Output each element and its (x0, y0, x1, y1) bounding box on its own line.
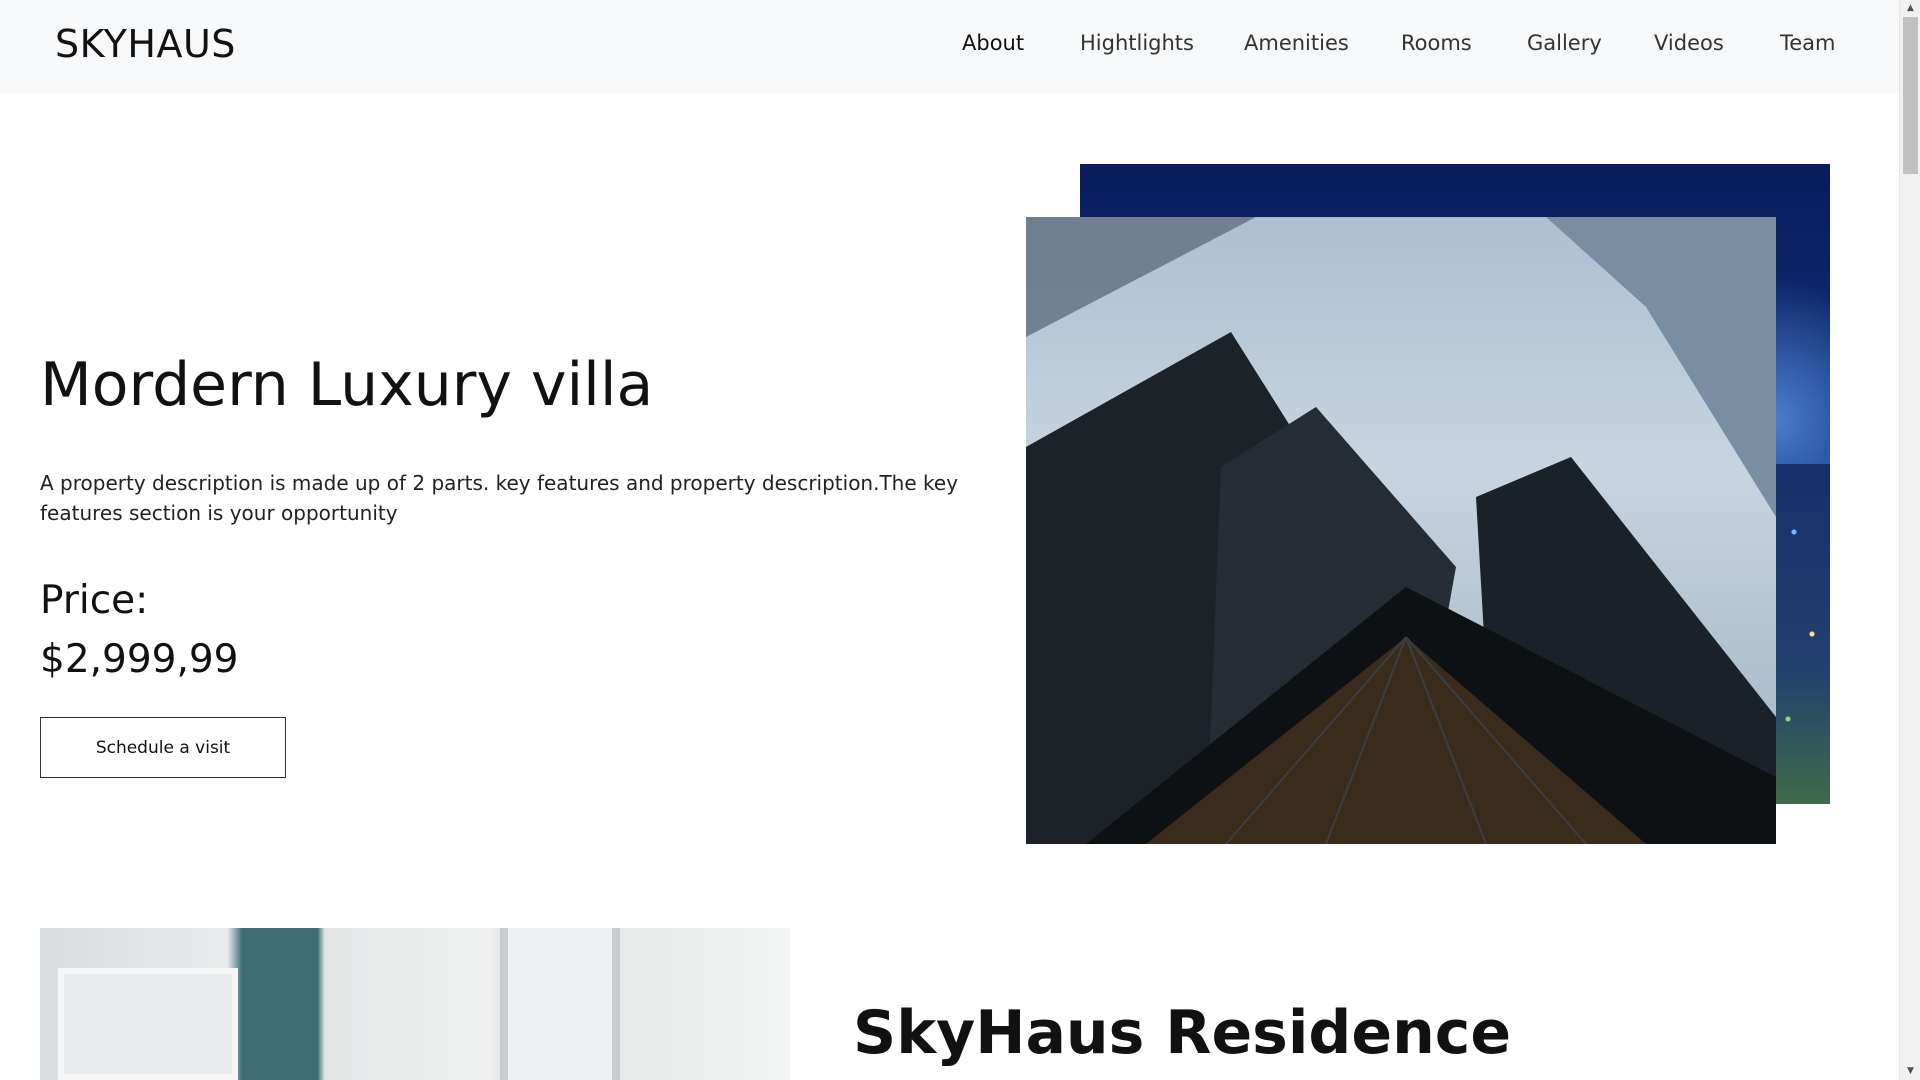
nav-rooms[interactable]: Rooms (1401, 31, 1472, 55)
scroll-thumb[interactable] (1903, 17, 1918, 174)
site-header: SKYHAUS About Hightlights Amenities Room… (0, 0, 1899, 93)
main-nav: About Hightlights Amenities Rooms Galler… (0, 31, 1899, 61)
nav-team[interactable]: Team (1780, 31, 1836, 55)
skyscrapers-image (1026, 217, 1776, 844)
city-lights-detail (1770, 464, 1830, 804)
nav-gallery[interactable]: Gallery (1527, 31, 1602, 55)
scroll-up-arrow-icon[interactable]: ▲ (1900, 0, 1920, 17)
hero-title: Mordern Luxury villa (40, 350, 654, 420)
price-value: $2,999,99 (40, 637, 239, 682)
nav-videos[interactable]: Videos (1654, 31, 1724, 55)
interior-room-image (40, 928, 790, 1080)
residence-title: SkyHaus Residence (853, 998, 1512, 1068)
schedule-visit-button[interactable]: Schedule a visit (40, 717, 286, 778)
room-window-right (500, 928, 620, 1080)
skyscrapers-illustration (1026, 217, 1776, 844)
room-window-left (58, 968, 238, 1080)
price-label: Price: (40, 578, 149, 623)
nav-about[interactable]: About (962, 31, 1024, 55)
nav-highlights[interactable]: Hightlights (1080, 31, 1194, 55)
hero-description: A property description is made up of 2 p… (40, 471, 959, 525)
page: SKYHAUS About Hightlights Amenities Room… (0, 0, 1920, 1080)
nav-amenities[interactable]: Amenities (1244, 31, 1349, 55)
scroll-down-arrow-icon[interactable]: ▼ (1900, 1063, 1920, 1080)
vertical-scrollbar[interactable]: ▲ ▼ (1899, 0, 1920, 1080)
